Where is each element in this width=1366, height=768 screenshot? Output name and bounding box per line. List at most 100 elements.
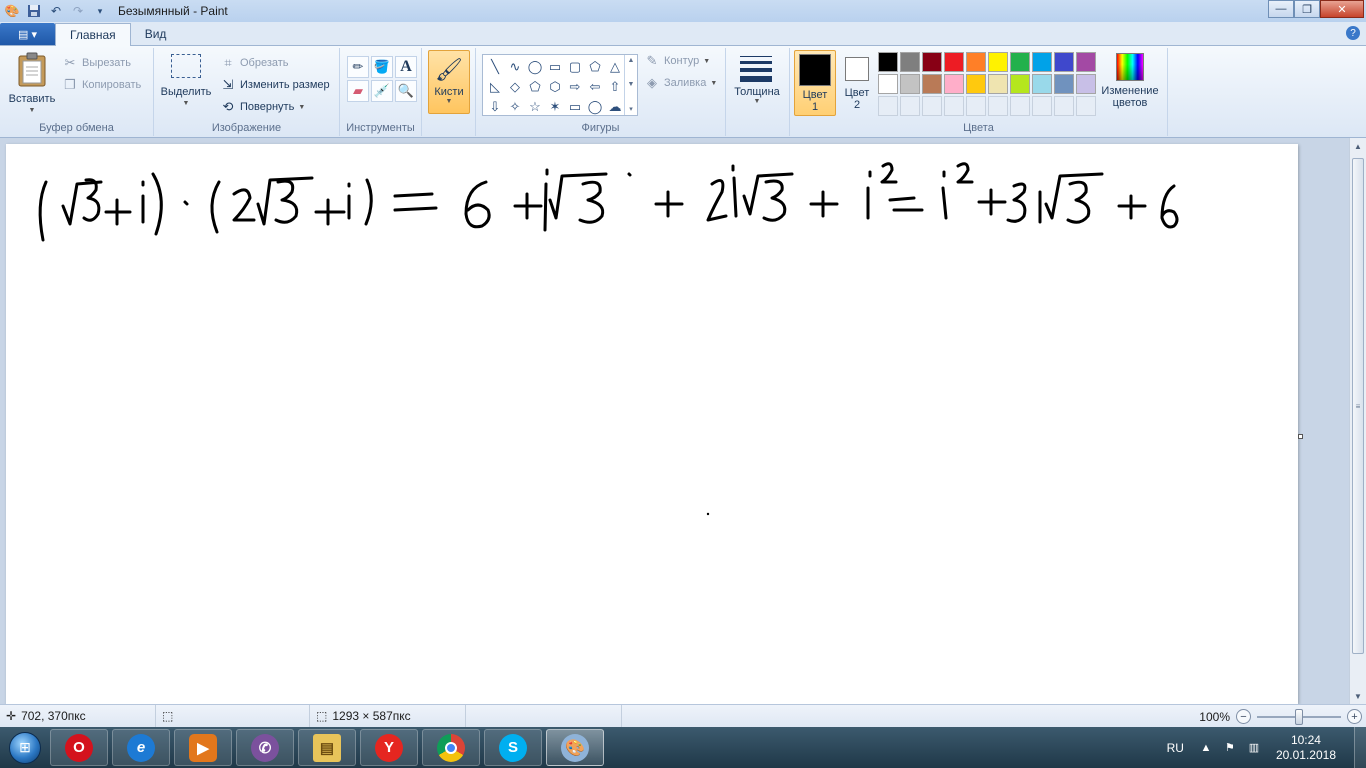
- shape-rectangle[interactable]: ▭: [545, 57, 565, 76]
- palette-custom-slot[interactable]: [900, 96, 920, 116]
- palette-color-turquoise[interactable]: [1032, 52, 1052, 72]
- crop-button[interactable]: ⌗ Обрезать: [220, 55, 288, 71]
- outline-button[interactable]: ✎ Контур ▼: [644, 53, 711, 69]
- resize-button[interactable]: ⇲ Изменить размер: [220, 77, 330, 93]
- shape-six-point-star[interactable]: ✶: [545, 97, 565, 116]
- shape-oval[interactable]: ◯: [525, 57, 545, 76]
- shape-line[interactable]: ╲: [485, 57, 505, 76]
- scroll-down-arrow[interactable]: ▼: [1350, 688, 1366, 704]
- customize-quick-access-icon[interactable]: ▾: [92, 3, 108, 19]
- magnifier-icon[interactable]: 🔍: [395, 80, 417, 102]
- palette-color-white[interactable]: [878, 74, 898, 94]
- palette-custom-slot[interactable]: [966, 96, 986, 116]
- maximize-button[interactable]: ❐: [1294, 0, 1320, 18]
- shape-four-point-star[interactable]: ✧: [505, 97, 525, 116]
- palette-color-lavender[interactable]: [1076, 74, 1096, 94]
- shape-pentagon[interactable]: ⬠: [525, 77, 545, 96]
- palette-color-orange[interactable]: [966, 52, 986, 72]
- palette-color-yellow[interactable]: [988, 52, 1008, 72]
- zoom-in-button[interactable]: +: [1347, 709, 1362, 724]
- network-icon[interactable]: ▥: [1246, 740, 1262, 756]
- shape-diamond[interactable]: ◇: [505, 77, 525, 96]
- cut-button[interactable]: ✂ Вырезать: [62, 55, 131, 71]
- edit-colors-button[interactable]: Изменение цветов: [1098, 50, 1162, 116]
- palette-color-gold[interactable]: [966, 74, 986, 94]
- thickness-button[interactable]: Толщина ▼: [730, 50, 784, 114]
- palette-custom-slot[interactable]: [944, 96, 964, 116]
- fill-icon[interactable]: 🪣: [371, 56, 393, 78]
- palette-custom-slot[interactable]: [988, 96, 1008, 116]
- canvas-resize-handle-right[interactable]: [1298, 434, 1303, 439]
- scroll-up-arrow[interactable]: ▲: [1350, 138, 1366, 154]
- text-icon[interactable]: A: [395, 56, 417, 78]
- show-hidden-icons-arrow[interactable]: ▲: [1198, 740, 1214, 756]
- palette-color-red[interactable]: [944, 52, 964, 72]
- shape-left-arrow[interactable]: ⇦: [585, 77, 605, 96]
- paint-menu-button[interactable]: ▤ ▾: [0, 23, 55, 45]
- taskbar-viber[interactable]: ✆: [236, 729, 294, 766]
- shape-callout-rect[interactable]: ▭: [565, 97, 585, 116]
- clock[interactable]: 10:24 20.01.2018: [1276, 733, 1336, 763]
- chevron-up-icon[interactable]: ▲: [628, 57, 635, 64]
- expand-icon[interactable]: ▾: [629, 105, 633, 113]
- rotate-button[interactable]: ⟲ Повернуть ▼: [220, 99, 306, 115]
- shape-triangle[interactable]: △: [605, 57, 625, 76]
- taskbar-skype[interactable]: S: [484, 729, 542, 766]
- shape-callout-oval[interactable]: ◯: [585, 97, 605, 116]
- palette-color-lime[interactable]: [1010, 74, 1030, 94]
- shape-right-arrow[interactable]: ⇨: [565, 77, 585, 96]
- shape-hexagon[interactable]: ⬡: [545, 77, 565, 96]
- pencil-icon[interactable]: ✏: [347, 56, 369, 78]
- paste-button[interactable]: Вставить ▼: [6, 52, 58, 117]
- shape-polygon[interactable]: ⬠: [585, 57, 605, 76]
- palette-color-brown[interactable]: [922, 74, 942, 94]
- save-icon[interactable]: [26, 3, 42, 19]
- tab-home[interactable]: Главная: [55, 23, 131, 46]
- palette-custom-slot[interactable]: [922, 96, 942, 116]
- color-picker-icon[interactable]: 💉: [371, 80, 393, 102]
- taskbar-media-player[interactable]: ▶: [174, 729, 232, 766]
- taskbar-opera[interactable]: O: [50, 729, 108, 766]
- copy-button[interactable]: ❐ Копировать: [62, 77, 141, 93]
- palette-custom-slot[interactable]: [1010, 96, 1030, 116]
- palette-custom-slot[interactable]: [1054, 96, 1074, 116]
- paint-app-icon[interactable]: 🎨: [4, 3, 20, 19]
- shape-curve[interactable]: ∿: [505, 57, 525, 76]
- shape-up-arrow[interactable]: ⇧: [605, 77, 625, 96]
- close-button[interactable]: ✕: [1320, 0, 1364, 18]
- redo-icon[interactable]: ↷: [70, 3, 86, 19]
- shape-callout-cloud[interactable]: ☁: [605, 97, 625, 116]
- fill-button[interactable]: ◈ Заливка ▼: [644, 75, 717, 91]
- language-indicator[interactable]: RU: [1167, 741, 1184, 755]
- action-center-flag-icon[interactable]: ⚑: [1222, 740, 1238, 756]
- palette-custom-slot[interactable]: [1076, 96, 1096, 116]
- select-button[interactable]: Выделить ▼: [158, 54, 214, 110]
- palette-color-light-gray[interactable]: [900, 74, 920, 94]
- palette-color-indigo[interactable]: [1054, 52, 1074, 72]
- undo-icon[interactable]: ↶: [48, 3, 64, 19]
- palette-color-green[interactable]: [1010, 52, 1030, 72]
- shape-five-point-star[interactable]: ☆: [525, 97, 545, 116]
- palette-color-rose[interactable]: [944, 74, 964, 94]
- tab-view[interactable]: Вид: [131, 23, 181, 45]
- taskbar-yandex-browser[interactable]: Y: [360, 729, 418, 766]
- palette-custom-slot[interactable]: [1032, 96, 1052, 116]
- shape-right-triangle[interactable]: ◺: [485, 77, 505, 96]
- show-desktop-button[interactable]: [1354, 727, 1366, 768]
- zoom-out-button[interactable]: −: [1236, 709, 1251, 724]
- palette-color-blue-gray[interactable]: [1054, 74, 1074, 94]
- scrollbar-thumb[interactable]: ≡: [1352, 158, 1364, 654]
- palette-custom-slot[interactable]: [878, 96, 898, 116]
- shape-rounded-rectangle[interactable]: ▢: [565, 57, 585, 76]
- taskbar-internet-explorer[interactable]: e: [112, 729, 170, 766]
- palette-color-light-turquoise[interactable]: [1032, 74, 1052, 94]
- help-icon[interactable]: ?: [1346, 26, 1360, 40]
- shapes-scrollbar[interactable]: ▲ ▼ ▾: [624, 55, 637, 115]
- chevron-down-icon[interactable]: ▼: [628, 81, 635, 88]
- vertical-scrollbar[interactable]: ▲ ≡ ▼: [1349, 138, 1366, 704]
- palette-color-light-yellow[interactable]: [988, 74, 1008, 94]
- taskbar-chrome[interactable]: [422, 729, 480, 766]
- start-button[interactable]: ⊞: [4, 727, 46, 768]
- palette-color-purple[interactable]: [1076, 52, 1096, 72]
- palette-color-gray[interactable]: [900, 52, 920, 72]
